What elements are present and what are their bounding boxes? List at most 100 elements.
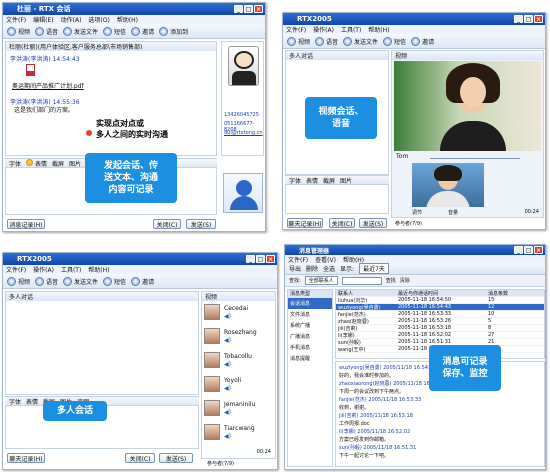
invite-button[interactable]: 邀请 xyxy=(131,26,154,36)
close-window-button[interactable]: × xyxy=(534,15,543,23)
send-button[interactable]: 发送(S) xyxy=(186,219,216,229)
column-header[interactable]: 消息条数 xyxy=(486,290,536,296)
menu-help[interactable]: 帮助(H) xyxy=(368,25,389,34)
menu-action[interactable]: 动作(A) xyxy=(61,15,82,24)
minimize-button[interactable]: _ xyxy=(234,5,243,13)
video-button[interactable]: 视频 xyxy=(287,36,310,46)
video-controls[interactable] xyxy=(430,153,520,159)
callout-dot xyxy=(86,130,92,136)
column-header[interactable]: 联系人 xyxy=(336,290,396,296)
table-row[interactable]: jili(吉莉) 2005-11-18 16:53:18 8 xyxy=(336,325,544,332)
window-title: 消息管理器 xyxy=(299,247,330,255)
speaker-icon: ◀) xyxy=(224,385,231,392)
menu-file[interactable]: 文件(F) xyxy=(286,25,306,34)
table-row[interactable]: liuhua(刘华) 2005-11-18 16:54:50 15 xyxy=(336,297,544,304)
menu-options[interactable]: 选项(O) xyxy=(88,15,109,24)
search-input[interactable] xyxy=(341,276,382,285)
video-button[interactable]: 视频 xyxy=(7,26,30,36)
participants-label[interactable]: 参与者(7/9) xyxy=(395,220,422,227)
volume-button[interactable]: 音量 xyxy=(448,209,458,216)
add-to-button[interactable]: 添加到 xyxy=(159,26,188,36)
close-window-button[interactable]: × xyxy=(254,5,263,13)
close-button[interactable]: 关闭(C) xyxy=(329,218,355,228)
column-header[interactable]: 最近与你通话时间 xyxy=(396,290,486,296)
cell-count: 12 xyxy=(488,304,495,310)
send-file-button[interactable]: 发送文件 xyxy=(343,36,378,46)
select-all-button[interactable]: 全选 xyxy=(323,264,335,273)
table-row[interactable]: wuziyong(吴自勇) 2005-11-18 16:54:43 12 xyxy=(336,304,544,311)
pdf-icon[interactable] xyxy=(26,64,35,76)
sms-button[interactable]: 短信 xyxy=(383,36,406,46)
maximize-button[interactable]: □ xyxy=(256,255,265,263)
history-button[interactable]: 聊天记录(H) xyxy=(7,453,45,463)
file-name[interactable]: 奥运期间产品推广计划.pdf xyxy=(12,81,84,90)
menu-help[interactable]: 帮助(H) xyxy=(88,265,109,274)
minimize-button[interactable]: _ xyxy=(246,255,255,263)
delete-button[interactable]: 删除 xyxy=(306,264,318,273)
maximize-button[interactable]: □ xyxy=(244,5,253,13)
menu-bar: 文件(F) 操作(A) 工具(T) 帮助(H) xyxy=(283,25,545,34)
menu-help[interactable]: 帮助(H) xyxy=(117,15,138,24)
close-window-button[interactable]: × xyxy=(534,246,543,254)
send-button[interactable]: 发送(S) xyxy=(359,218,387,228)
member-item[interactable]: Rosezhang ◀) xyxy=(204,328,273,351)
member-name: Jemaninilu xyxy=(224,401,256,408)
menu-tools[interactable]: 工具(T) xyxy=(61,265,81,274)
tree-item[interactable]: 系统广播 xyxy=(288,320,332,331)
table-row[interactable]: zhao(赵晓蓉) 2005-11-18 16:53:26 5 xyxy=(336,318,544,325)
contact-email[interactable]: dul@rtxtong.cn xyxy=(224,130,263,136)
member-item[interactable]: Cecedai ◀) xyxy=(204,304,273,327)
send-button[interactable]: 发送(S) xyxy=(159,453,193,463)
menu-action[interactable]: 操作(A) xyxy=(313,25,334,34)
send-file-button[interactable]: 发送文件 xyxy=(63,26,98,36)
message-input[interactable] xyxy=(285,184,389,214)
tree-item[interactable]: 广播消息 xyxy=(288,331,332,342)
menu-file[interactable]: 文件(F) xyxy=(6,15,26,24)
close-button[interactable]: 关闭(C) xyxy=(125,453,155,463)
participants-label[interactable]: 参与者(7/9) xyxy=(207,460,234,467)
history-button[interactable]: 聊天记录(H) xyxy=(287,218,323,228)
invite-button[interactable]: 邀请 xyxy=(411,36,434,46)
send-file-button[interactable]: 发送文件 xyxy=(63,276,98,286)
search-scope-select[interactable]: 全部联系人 xyxy=(304,276,338,285)
search-button[interactable]: 查找 xyxy=(386,277,396,284)
close-button[interactable]: 关闭(C) xyxy=(153,219,181,229)
video-button[interactable]: 视频 xyxy=(7,276,30,286)
history-button[interactable]: 消息记录(H) xyxy=(7,219,45,229)
clear-button[interactable]: 清除 xyxy=(400,277,410,284)
maximize-button[interactable]: □ xyxy=(524,246,533,254)
maximize-button[interactable]: □ xyxy=(524,15,533,23)
close-window-button[interactable]: × xyxy=(266,255,275,263)
menu-tools[interactable]: 工具(T) xyxy=(341,25,361,34)
minimize-button[interactable]: _ xyxy=(514,246,523,254)
member-item[interactable]: Tiarcwang ◀) xyxy=(204,424,273,447)
tree-item[interactable]: 手机消息 xyxy=(288,342,332,353)
tree-item[interactable]: 消息提醒 xyxy=(288,353,332,364)
adjust-button[interactable]: 调节 xyxy=(412,209,422,216)
tree-item[interactable]: 文件消息 xyxy=(288,309,332,320)
export-button[interactable]: 导出 xyxy=(289,264,301,273)
member-item[interactable]: Jemaninilu ◀) xyxy=(204,400,273,423)
sms-button[interactable]: 短信 xyxy=(103,26,126,36)
sms-button[interactable]: 短信 xyxy=(103,276,126,286)
title-bar: RTX2005 _ □ × xyxy=(3,253,277,265)
camera-icon xyxy=(7,26,16,36)
voice-button[interactable]: 语音 xyxy=(35,276,58,286)
voice-button[interactable]: 语音 xyxy=(35,26,58,36)
member-item[interactable]: Yoyoli ◀) xyxy=(204,376,273,399)
menu-action[interactable]: 操作(A) xyxy=(33,265,54,274)
conversation-area: 杜丽(杜丽)(用户体验区,客户服务总部\市场销售部) 李洪涛(李洪涛) 14:5… xyxy=(5,41,217,156)
time-display: 00:24 xyxy=(524,209,539,215)
tree-item[interactable]: 会话消息 xyxy=(288,298,332,309)
member-item[interactable]: Tobacollu ◀) xyxy=(204,352,273,375)
menu-file[interactable]: 文件(F) xyxy=(6,265,26,274)
cell-count: 27 xyxy=(488,332,495,338)
table-row[interactable]: fanjie(范杰) 2005-11-18 16:53:33 10 xyxy=(336,311,544,318)
invite-button[interactable]: 邀请 xyxy=(131,276,154,286)
table-row[interactable]: li(李娜) 2005-11-18 16:52:02 27 xyxy=(336,332,544,339)
camera-icon xyxy=(287,36,296,46)
voice-button[interactable]: 语音 xyxy=(315,36,338,46)
minimize-button[interactable]: _ xyxy=(514,15,523,23)
range-select[interactable]: 最近7天 xyxy=(359,263,389,274)
menu-edit[interactable]: 编辑(E) xyxy=(33,15,53,24)
